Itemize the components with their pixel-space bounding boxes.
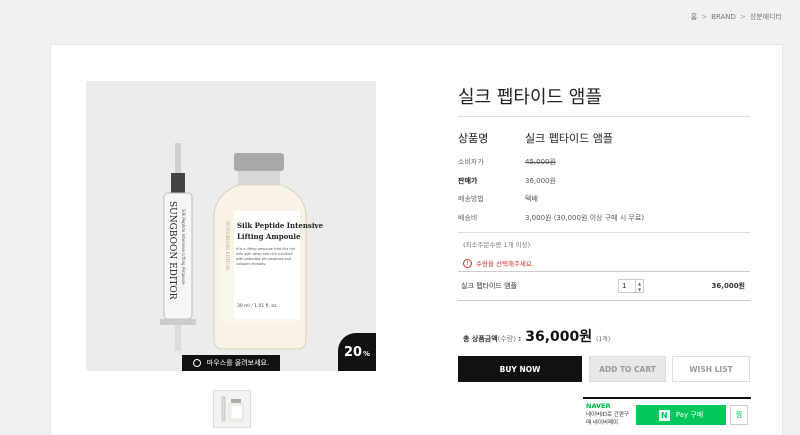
bottle-label-line2: Lifting Ampoule <box>237 232 301 241</box>
bottle-brand-text: SUNGBOON EDITOR <box>224 221 230 271</box>
quantity-down-icon[interactable]: ▼ <box>638 287 641 292</box>
product-title: 실크 펩타이드 앰플 <box>458 87 602 108</box>
breadcrumb-category[interactable]: 성분에디터 <box>750 12 782 22</box>
thumbnail-image <box>221 396 244 422</box>
bottle-neck <box>238 171 280 185</box>
total-label-text: 총 상품금액 <box>463 335 498 343</box>
divider <box>458 232 750 233</box>
naver-n-icon: N <box>658 409 670 421</box>
buy-now-button[interactable]: BUY NOW <box>458 356 582 382</box>
total-price: 총 상품금액(수량) : 36,000원 (1개) <box>463 326 610 346</box>
naver-logo: NAVER <box>586 402 611 410</box>
syringe-flange <box>160 319 196 325</box>
discount-value: 20 <box>343 344 363 360</box>
total-price-value: 36,000원 <box>525 329 593 345</box>
shipping-fee: 3,000원 (30,000원 이상 구매 시 무료) <box>525 213 645 222</box>
chevron-right-icon: > <box>701 13 708 21</box>
syringe-brand-text: SUNGBOON EDITOR <box>167 201 177 300</box>
naver-sub-text: 네이버ID로 간편구매 네이버페이 <box>586 412 630 426</box>
syringe-needle-cap <box>175 143 181 173</box>
spec-label: 배송비 <box>458 213 478 222</box>
syringe-plunger <box>175 325 181 351</box>
discount-unit: % <box>363 349 371 358</box>
shipping-method: 택배 <box>525 195 538 204</box>
syringe-hub <box>171 173 185 195</box>
spec-label: 소비자가 <box>458 158 484 167</box>
min-order-notice: (최소주문수량 1개 이상) <box>463 241 531 249</box>
magnifier-icon <box>192 359 201 367</box>
zoom-hint: 마우스를 올려보세요. <box>182 355 280 371</box>
spec-row-shipping-method: 배송방법 택배 <box>458 190 750 209</box>
naver-pay-button[interactable]: N Pay 구매 <box>636 405 726 425</box>
discount-badge: 20% <box>338 333 376 371</box>
syringe-product-text: Silk Peptide Intensive Lifting Ampoule <box>181 209 186 285</box>
product-name-row: 상품명 실크 펩타이드 앰플 <box>458 130 750 146</box>
add-to-cart-button[interactable]: ADD TO CART <box>589 356 666 382</box>
quantity-warning-text: 수량을 선택해주세요. <box>476 260 534 268</box>
naver-pay-label: Pay 구매 <box>675 411 704 419</box>
spec-row-sale-price: 판매가 36,000원 <box>458 172 750 191</box>
product-card: SUNGBOON EDITOR Silk Peptide Intensive L… <box>50 44 783 435</box>
spec-label: 배송방법 <box>458 195 484 204</box>
quantity-stepper[interactable]: 1 ▲ ▼ <box>618 279 644 293</box>
wish-list-button[interactable]: WISH LIST <box>672 356 750 382</box>
selected-option-row: 실크 펩타이드 앰플 1 ▲ ▼ 36,000원 <box>458 271 750 301</box>
option-price: 36,000원 <box>711 282 745 290</box>
breadcrumb: 홈 > BRAND > 성분에디터 <box>691 12 782 22</box>
total-label: 총 상품금액(수량) : <box>463 335 522 343</box>
product-photo: SUNGBOON EDITOR Silk Peptide Intensive L… <box>160 143 324 351</box>
quantity-up-icon[interactable]: ▲ <box>638 281 641 286</box>
naver-pay-box: NAVER 네이버ID로 간편구매 네이버페이 N Pay 구매 찜 <box>583 397 751 435</box>
quantity-warning: ! 수량을 선택해주세요. <box>463 258 534 268</box>
option-name: 실크 펩타이드 앰플 <box>461 282 517 290</box>
bottle-label-volume: 30 ml / 1.01 fl. oz. <box>237 303 278 309</box>
naver-zzim-button[interactable]: 찜 <box>730 405 748 425</box>
quantity-input[interactable]: 1 <box>619 282 635 290</box>
alert-icon: ! <box>463 258 472 268</box>
product-image[interactable]: SUNGBOON EDITOR Silk Peptide Intensive L… <box>86 81 376 371</box>
spec-table: 소비자가 45,000원 판매가 36,000원 배송방법 택배 배송비 3,0… <box>458 153 750 227</box>
thumbnail[interactable] <box>213 390 251 428</box>
sale-price: 36,000원 <box>525 176 556 185</box>
spec-row-shipping-fee: 배송비 3,000원 (30,000원 이상 구매 시 무료) <box>458 209 750 228</box>
total-label-sub: (수량) <box>497 335 516 343</box>
divider <box>458 116 750 117</box>
product-name-label: 상품명 <box>458 132 489 145</box>
breadcrumb-brand[interactable]: BRAND <box>711 13 736 21</box>
retail-price: 45,000원 <box>525 158 556 167</box>
bottle-label-description: It is a lifting ampoule that fills the s… <box>236 247 296 266</box>
breadcrumb-home[interactable]: 홈 <box>691 12 697 22</box>
zoom-hint-text: 마우스를 올려보세요. <box>206 359 270 367</box>
bottle-cap <box>234 153 284 171</box>
spec-row-retail-price: 소비자가 45,000원 <box>458 153 750 172</box>
bottle-label-line1: Silk Peptide Intensive <box>237 221 324 230</box>
total-quantity: (1개) <box>596 336 611 343</box>
chevron-right-icon: > <box>739 13 746 21</box>
product-name-value: 실크 펩타이드 앰플 <box>525 132 613 145</box>
spec-label: 판매가 <box>458 176 478 185</box>
